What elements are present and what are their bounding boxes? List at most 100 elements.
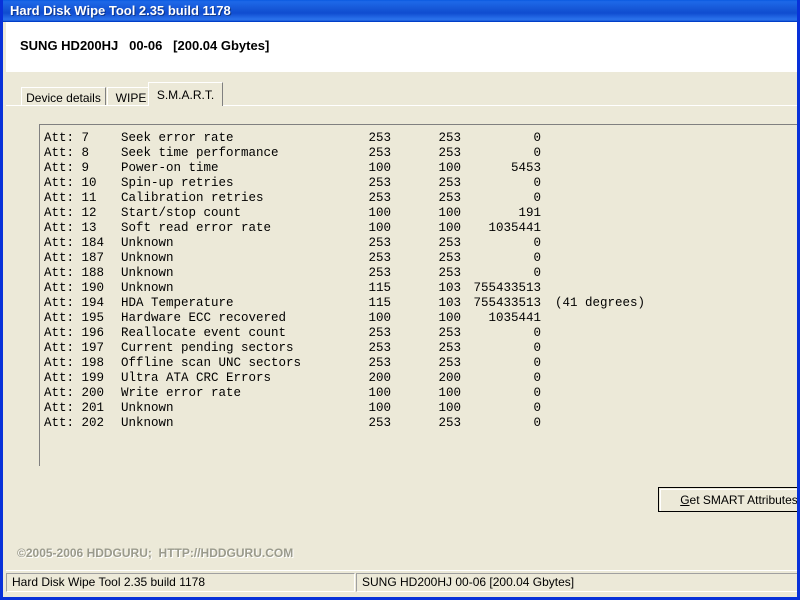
status-pane-drive: SUNG HD200HJ 00-06 [200.04 Gbytes] xyxy=(356,573,797,592)
get-smart-accel-letter: G xyxy=(680,493,690,507)
smart-worst-value: 253 xyxy=(438,266,461,280)
smart-attribute-name: Unknown xyxy=(121,266,174,280)
smart-current-value: 253 xyxy=(368,191,391,205)
get-smart-attributes-button-face: Get SMART Attributes xyxy=(660,489,797,511)
smart-worst-value: 253 xyxy=(438,131,461,145)
smart-attribute-name: Unknown xyxy=(121,416,174,430)
smart-attribute-name: Calibration retries xyxy=(121,191,264,205)
smart-worst-value: 253 xyxy=(438,146,461,160)
smart-attribute-id: Att: 184 xyxy=(44,236,105,250)
smart-attribute-name: Seek error rate xyxy=(121,131,234,145)
smart-attribute-id: Att: 194 xyxy=(44,296,105,310)
smart-raw-value: 0 xyxy=(533,341,541,355)
smart-attribute-name: Power-on time xyxy=(121,161,219,175)
smart-worst-value: 253 xyxy=(438,341,461,355)
smart-row[interactable]: Att: 202 Unknown 253 253 0 xyxy=(44,416,645,431)
smart-attribute-id: Att: 202 xyxy=(44,416,105,430)
smart-row[interactable]: Att: 198 Offline scan UNC sectors 253 253 0 xyxy=(44,356,645,371)
smart-attribute-name: Ultra ATA CRC Errors xyxy=(121,371,272,385)
smart-row[interactable]: Att: 13 Soft read error rate 100 100 1035441 xyxy=(44,221,645,236)
smart-current-value: 253 xyxy=(368,146,391,160)
smart-row[interactable]: Att: 184 Unknown 253 253 0 xyxy=(44,236,645,251)
smart-row[interactable]: Att: 194 HDA Temperature 115 103 755433513 (4… xyxy=(44,296,645,311)
smart-raw-value: 0 xyxy=(533,326,541,340)
smart-row[interactable]: Att: 190 Unknown 115 103 755433513 xyxy=(44,281,645,296)
smart-worst-value: 200 xyxy=(438,371,461,385)
smart-attribute-name: Unknown xyxy=(121,251,174,265)
smart-raw-value: 755433513 xyxy=(473,281,541,295)
get-smart-attributes-button[interactable]: Get SMART Attributes xyxy=(658,487,797,512)
smart-row[interactable]: Att: 8 Seek time performance 253 253 0 xyxy=(44,146,645,161)
smart-attributes-panel[interactable]: Att: 7 Seek error rate 253 253 0 Att: 8 Seek t… xyxy=(39,124,797,466)
smart-attribute-name: Offline scan UNC sectors xyxy=(121,356,302,370)
smart-worst-value: 253 xyxy=(438,416,461,430)
smart-raw-value: 0 xyxy=(533,251,541,265)
status-pane-app: Hard Disk Wipe Tool 2.35 build 1178 xyxy=(6,573,355,592)
tab-smart[interactable]: S.M.A.R.T. xyxy=(148,82,223,106)
smart-row[interactable]: Att: 197 Current pending sectors 253 253 0 xyxy=(44,341,645,356)
application-window: Hard Disk Wipe Tool 2.35 build 1178 SUNG… xyxy=(0,0,800,600)
smart-attribute-id: Att: 190 xyxy=(44,281,105,295)
smart-row[interactable]: Att: 10 Spin-up retries 253 253 0 xyxy=(44,176,645,191)
window-title: Hard Disk Wipe Tool 2.35 build 1178 xyxy=(10,3,231,18)
copyright-notice: ©2005-2006 HDDGURU; HTTP://HDDGURU.COM xyxy=(17,546,294,560)
smart-raw-value: 1035441 xyxy=(488,311,541,325)
smart-attribute-id: Att: 8 xyxy=(44,146,90,160)
status-bar: Hard Disk Wipe Tool 2.35 build 1178 SUNG… xyxy=(6,570,797,594)
smart-attribute-id: Att: 198 xyxy=(44,356,105,370)
smart-attribute-id: Att: 10 xyxy=(44,176,97,190)
smart-attribute-id: Att: 12 xyxy=(44,206,97,220)
smart-current-value: 253 xyxy=(368,416,391,430)
smart-row[interactable]: Att: 188 Unknown 253 253 0 xyxy=(44,266,645,281)
smart-attribute-id: Att: 197 xyxy=(44,341,105,355)
smart-note: (41 degrees) xyxy=(555,296,646,310)
smart-attribute-name: Soft read error rate xyxy=(121,221,272,235)
smart-current-value: 253 xyxy=(368,356,391,370)
drive-header: SUNG HD200HJ 00-06 [200.04 Gbytes] xyxy=(6,22,797,72)
smart-row[interactable]: Att: 12 Start/stop count 100 100 191 xyxy=(44,206,645,221)
smart-row[interactable]: Att: 7 Seek error rate 253 253 0 xyxy=(44,131,645,146)
smart-row[interactable]: Att: 187 Unknown 253 253 0 xyxy=(44,251,645,266)
smart-current-value: 253 xyxy=(368,176,391,190)
drive-header-text: SUNG HD200HJ 00-06 [200.04 Gbytes] xyxy=(20,38,270,53)
smart-current-value: 253 xyxy=(368,326,391,340)
smart-attribute-id: Att: 195 xyxy=(44,311,105,325)
smart-row[interactable]: Att: 201 Unknown 100 100 0 xyxy=(44,401,645,416)
smart-attribute-name: Write error rate xyxy=(121,386,242,400)
smart-worst-value: 100 xyxy=(438,311,461,325)
smart-worst-value: 100 xyxy=(438,386,461,400)
smart-row[interactable]: Att: 11 Calibration retries 253 253 0 xyxy=(44,191,645,206)
smart-current-value: 100 xyxy=(368,221,391,235)
smart-current-value: 100 xyxy=(368,206,391,220)
smart-raw-value: 0 xyxy=(533,416,541,430)
smart-worst-value: 103 xyxy=(438,296,461,310)
smart-row[interactable]: Att: 199 Ultra ATA CRC Errors 200 200 0 xyxy=(44,371,645,386)
smart-attribute-id: Att: 196 xyxy=(44,326,105,340)
smart-worst-value: 100 xyxy=(438,206,461,220)
smart-worst-value: 253 xyxy=(438,176,461,190)
smart-raw-value: 0 xyxy=(533,356,541,370)
smart-current-value: 253 xyxy=(368,266,391,280)
smart-current-value: 100 xyxy=(368,386,391,400)
smart-current-value: 115 xyxy=(368,281,391,295)
smart-current-value: 253 xyxy=(368,341,391,355)
smart-attribute-name: Start/stop count xyxy=(121,206,242,220)
tab-device-details[interactable]: Device details xyxy=(21,87,106,106)
tab-strip: Device details WIPE S.M.A.R.T. xyxy=(6,72,797,106)
smart-attribute-id: Att: 7 xyxy=(44,131,90,145)
smart-row[interactable]: Att: 9 Power-on time 100 100 5453 xyxy=(44,161,645,176)
smart-current-value: 100 xyxy=(368,401,391,415)
smart-row[interactable]: Att: 195 Hardware ECC recovered 100 100 1035… xyxy=(44,311,645,326)
smart-attribute-name: Current pending sectors xyxy=(121,341,294,355)
smart-attribute-id: Att: 9 xyxy=(44,161,90,175)
smart-attribute-name: Unknown xyxy=(121,236,174,250)
smart-attributes-list: Att: 7 Seek error rate 253 253 0 Att: 8 Seek t… xyxy=(44,131,645,431)
smart-raw-value: 0 xyxy=(533,176,541,190)
smart-current-value: 115 xyxy=(368,296,391,310)
smart-worst-value: 100 xyxy=(438,161,461,175)
smart-row[interactable]: Att: 196 Reallocate event count 253 253 0 xyxy=(44,326,645,341)
title-bar: Hard Disk Wipe Tool 2.35 build 1178 xyxy=(3,0,797,22)
smart-row[interactable]: Att: 200 Write error rate 100 100 0 xyxy=(44,386,645,401)
smart-worst-value: 253 xyxy=(438,251,461,265)
smart-raw-value: 191 xyxy=(518,206,541,220)
